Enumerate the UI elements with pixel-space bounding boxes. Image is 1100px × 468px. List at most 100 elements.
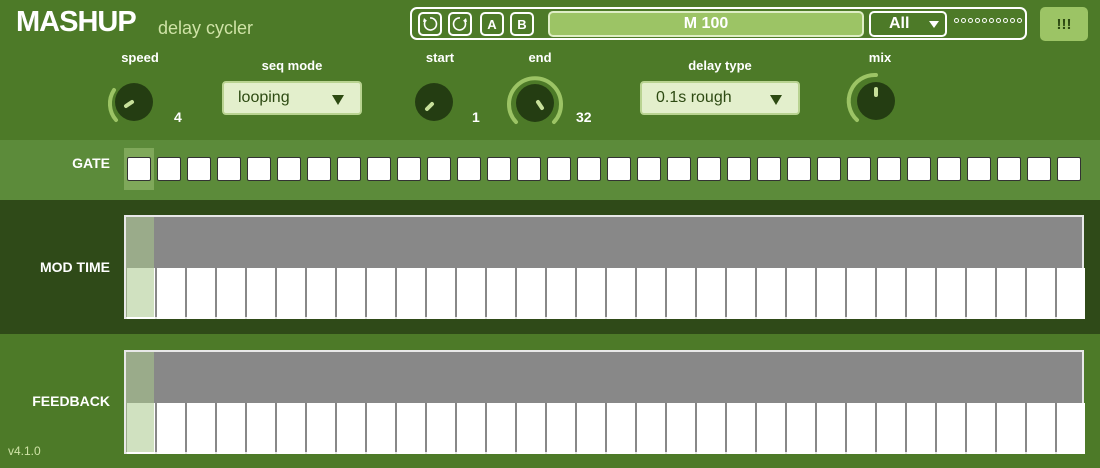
gate-step-31[interactable]: [1027, 157, 1051, 181]
mod-time-step-22[interactable]: [757, 268, 785, 319]
mod-time-step-14[interactable]: [517, 268, 545, 319]
mod-time-step-16[interactable]: [577, 268, 605, 319]
gate-step-16[interactable]: [577, 157, 601, 181]
mod-time-step-25[interactable]: [847, 268, 875, 319]
feedback-step-21[interactable]: [727, 403, 755, 454]
feedback-step-17[interactable]: [607, 403, 635, 454]
feedback-step-16[interactable]: [577, 403, 605, 454]
seq-mode-select[interactable]: looping: [222, 81, 362, 115]
gate-step-2[interactable]: [157, 157, 181, 181]
mod-time-step-23[interactable]: [787, 268, 815, 319]
feedback-step-3[interactable]: [187, 403, 215, 454]
end-knob[interactable]: [504, 72, 566, 134]
feedback-step-grid[interactable]: [124, 350, 1085, 454]
mod-time-step-8[interactable]: [337, 268, 365, 319]
scope-select[interactable]: All: [869, 11, 947, 37]
mod-time-step-grid[interactable]: [124, 215, 1085, 319]
preset-page-dots[interactable]: [954, 18, 1022, 23]
mod-time-step-32[interactable]: [1057, 268, 1085, 319]
feedback-step-7[interactable]: [307, 403, 335, 454]
mod-time-step-21[interactable]: [727, 268, 755, 319]
mod-time-step-11[interactable]: [427, 268, 455, 319]
gate-step-23[interactable]: [787, 157, 811, 181]
gate-step-30[interactable]: [997, 157, 1021, 181]
feedback-step-12[interactable]: [457, 403, 485, 454]
mod-time-step-10[interactable]: [397, 268, 425, 319]
mod-time-step-4[interactable]: [217, 268, 245, 319]
start-knob[interactable]: [404, 72, 464, 132]
gate-step-15[interactable]: [547, 157, 571, 181]
feedback-step-11[interactable]: [427, 403, 455, 454]
feedback-step-26[interactable]: [877, 403, 905, 454]
feedback-step-8[interactable]: [337, 403, 365, 454]
preset-b-button[interactable]: B: [510, 12, 534, 36]
gate-step-8[interactable]: [337, 157, 361, 181]
gate-step-10[interactable]: [397, 157, 421, 181]
feedback-step-9[interactable]: [367, 403, 395, 454]
mod-time-step-9[interactable]: [367, 268, 395, 319]
mod-time-step-19[interactable]: [667, 268, 695, 319]
feedback-step-22[interactable]: [757, 403, 785, 454]
gate-step-27[interactable]: [907, 157, 931, 181]
mod-time-step-15[interactable]: [547, 268, 575, 319]
feedback-step-18[interactable]: [637, 403, 665, 454]
mod-time-step-6[interactable]: [277, 268, 305, 319]
mod-time-step-18[interactable]: [637, 268, 665, 319]
gate-step-4[interactable]: [217, 157, 241, 181]
gate-step-25[interactable]: [847, 157, 871, 181]
mod-time-step-2[interactable]: [157, 268, 185, 319]
mod-time-step-28[interactable]: [937, 268, 965, 319]
preset-a-button[interactable]: A: [480, 12, 504, 36]
feedback-step-25[interactable]: [847, 403, 875, 454]
gate-step-18[interactable]: [637, 157, 661, 181]
feedback-step-31[interactable]: [1027, 403, 1055, 454]
delay-type-select[interactable]: 0.1s rough: [640, 81, 800, 115]
gate-step-6[interactable]: [277, 157, 301, 181]
gate-step-5[interactable]: [247, 157, 271, 181]
mix-knob[interactable]: [845, 70, 907, 132]
feedback-step-5[interactable]: [247, 403, 275, 454]
gate-step-26[interactable]: [877, 157, 901, 181]
gate-step-12[interactable]: [457, 157, 481, 181]
redo-button[interactable]: [448, 12, 472, 36]
gate-step-32[interactable]: [1057, 157, 1081, 181]
feedback-step-6[interactable]: [277, 403, 305, 454]
gate-step-7[interactable]: [307, 157, 331, 181]
gate-step-29[interactable]: [967, 157, 991, 181]
feedback-step-24[interactable]: [817, 403, 845, 454]
gate-step-21[interactable]: [727, 157, 751, 181]
gate-step-17[interactable]: [607, 157, 631, 181]
mod-time-step-27[interactable]: [907, 268, 935, 319]
mod-time-step-20[interactable]: [697, 268, 725, 319]
feedback-step-14[interactable]: [517, 403, 545, 454]
feedback-step-10[interactable]: [397, 403, 425, 454]
feedback-step-28[interactable]: [937, 403, 965, 454]
feedback-step-23[interactable]: [787, 403, 815, 454]
mod-time-step-29[interactable]: [967, 268, 995, 319]
mod-time-step-5[interactable]: [247, 268, 275, 319]
preset-name-display[interactable]: M 100: [548, 11, 864, 37]
speed-knob[interactable]: [104, 72, 164, 132]
gate-step-20[interactable]: [697, 157, 721, 181]
mod-time-step-30[interactable]: [997, 268, 1025, 319]
gate-step-1[interactable]: [127, 157, 151, 181]
gate-step-13[interactable]: [487, 157, 511, 181]
mod-time-step-7[interactable]: [307, 268, 335, 319]
mod-time-step-24[interactable]: [817, 268, 845, 319]
mod-time-step-26[interactable]: [877, 268, 905, 319]
feedback-step-2[interactable]: [157, 403, 185, 454]
feedback-step-32[interactable]: [1057, 403, 1085, 454]
gate-step-22[interactable]: [757, 157, 781, 181]
mod-time-step-13[interactable]: [487, 268, 515, 319]
gate-step-9[interactable]: [367, 157, 391, 181]
gate-step-3[interactable]: [187, 157, 211, 181]
gate-step-14[interactable]: [517, 157, 541, 181]
undo-button[interactable]: [418, 12, 442, 36]
feedback-step-13[interactable]: [487, 403, 515, 454]
mod-time-step-12[interactable]: [457, 268, 485, 319]
feedback-step-15[interactable]: [547, 403, 575, 454]
feedback-step-30[interactable]: [997, 403, 1025, 454]
mod-time-step-31[interactable]: [1027, 268, 1055, 319]
settings-alert-button[interactable]: !!!: [1040, 7, 1088, 41]
feedback-step-27[interactable]: [907, 403, 935, 454]
